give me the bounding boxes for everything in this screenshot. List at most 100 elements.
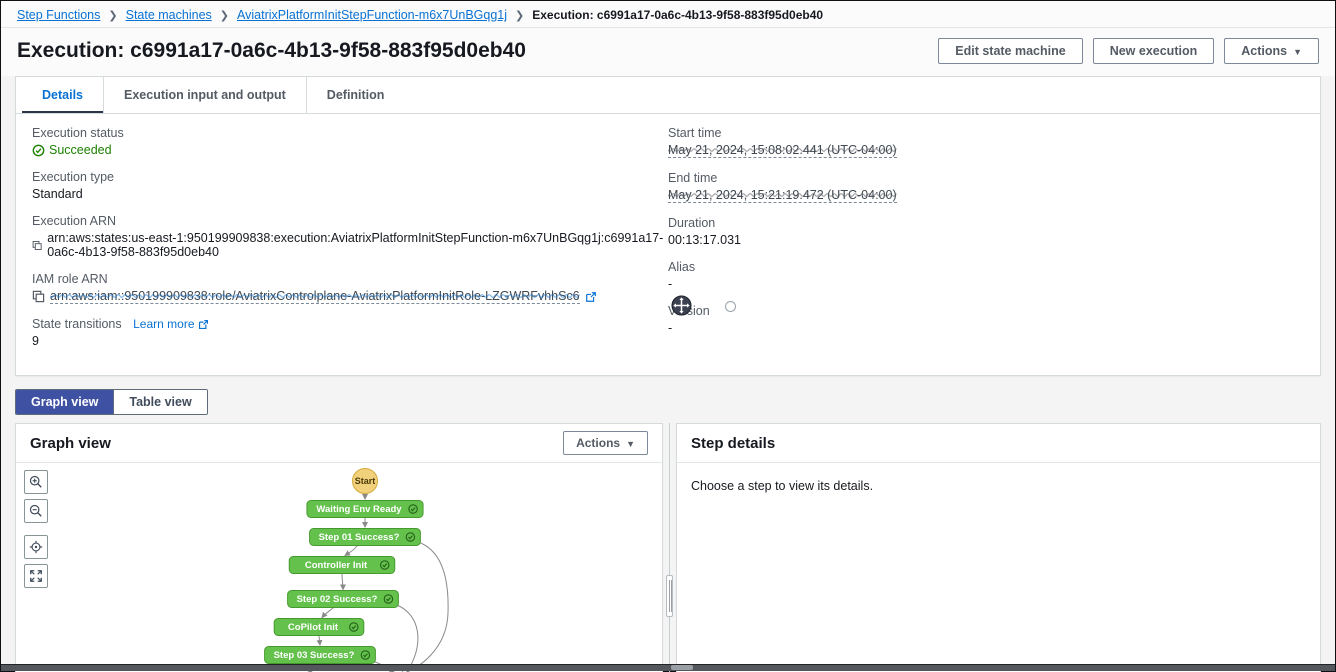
field-iam-role-arn: IAM role ARN arn:aws:iam::950199909838:r… xyxy=(32,272,668,304)
svg-text:Waiting Env Ready: Waiting Env Ready xyxy=(316,504,402,515)
chevron-down-icon: ▼ xyxy=(1293,47,1302,57)
svg-text:Start: Start xyxy=(355,476,376,486)
actions-button[interactable]: Actions▼ xyxy=(1224,38,1319,64)
iam-role-arn-label: IAM role ARN xyxy=(32,272,668,286)
execution-arn-label: Execution ARN xyxy=(32,214,668,228)
execution-status-value: Succeeded xyxy=(32,143,668,157)
fit-to-screen-button[interactable] xyxy=(24,564,48,588)
alias-label: Alias xyxy=(668,260,1304,274)
page-header: Execution: c6991a17-0a6c-4b13-9f58-883f9… xyxy=(1,28,1335,76)
svg-text:Controller Init: Controller Init xyxy=(305,560,368,571)
end-time-value: May 21, 2024, 15:21:19.472 (UTC-04:00) xyxy=(668,188,1304,203)
breadcrumb: Step Functions ❯ State machines ❯ Aviatr… xyxy=(1,1,1335,28)
graph-canvas[interactable]: Start Waiting Env Ready Step 01 Success? Co… xyxy=(16,463,662,672)
step-details-empty-message: Choose a step to view its details. xyxy=(691,479,873,493)
iam-role-arn-link[interactable]: arn:aws:iam::950199909838:role/AviatrixC… xyxy=(50,289,580,304)
breadcrumb-state-machine-name[interactable]: AviatrixPlatformInitStepFunction-m6x7UnB… xyxy=(237,8,507,22)
alias-value: - xyxy=(668,277,1304,291)
graph-view-panel: Graph view Actions▼ xyxy=(15,423,663,672)
start-time-label: Start time xyxy=(668,126,1304,140)
state-transitions-label: State transitions Learn more xyxy=(32,317,668,331)
graph-node-step-01-success[interactable]: Step 01 Success? xyxy=(310,529,421,546)
execution-type-label: Execution type xyxy=(32,170,668,184)
svg-text:Step 01 Success?: Step 01 Success? xyxy=(319,532,400,543)
header-buttons: Edit state machine New execution Actions… xyxy=(938,38,1319,64)
step-details-header: Step details xyxy=(677,424,1320,463)
field-duration: Duration 00:13:17.031 xyxy=(668,216,1304,247)
step-details-title: Step details xyxy=(691,435,775,452)
step-details-panel: Step details Choose a step to view its d… xyxy=(676,423,1321,672)
copy-icon[interactable] xyxy=(32,290,45,303)
svg-text:Step 02 Success?: Step 02 Success? xyxy=(297,594,378,605)
field-version: Version - xyxy=(668,304,1304,335)
tab-definition[interactable]: Definition xyxy=(306,77,405,113)
state-transitions-value: 9 xyxy=(32,334,668,348)
zoom-in-button[interactable] xyxy=(24,470,48,494)
start-time-value: May 21, 2024, 15:08:02.441 (UTC-04:00) xyxy=(668,143,1304,158)
bottom-scroll-handle[interactable] xyxy=(671,665,693,670)
fit-screen-icon xyxy=(29,569,43,583)
version-label: Version xyxy=(668,304,1304,318)
center-target-icon xyxy=(29,540,43,554)
graph-edge-step-01-success-to-fail xyxy=(399,542,448,672)
panel-splitter[interactable] xyxy=(663,423,676,672)
version-value: - xyxy=(668,321,1304,335)
graph-node-controller-init[interactable]: Controller Init xyxy=(289,557,395,574)
table-view-toggle[interactable]: Table view xyxy=(113,390,206,414)
execution-graph: Start Waiting Env Ready Step 01 Success? Co… xyxy=(16,463,662,672)
graph-edge-copilot-init-to-step-03-success xyxy=(319,636,320,645)
duration-label: Duration xyxy=(668,216,1304,230)
field-execution-type: Execution type Standard xyxy=(32,170,668,201)
edit-state-machine-button[interactable]: Edit state machine xyxy=(938,38,1082,64)
field-state-transitions: State transitions Learn more 9 xyxy=(32,317,668,348)
new-execution-button[interactable]: New execution xyxy=(1093,38,1215,64)
cursor-dot-icon xyxy=(725,301,736,312)
graph-actions-button[interactable]: Actions▼ xyxy=(563,431,648,455)
svg-text:CoPilot Init: CoPilot Init xyxy=(288,622,339,633)
field-execution-status: Execution status Succeeded xyxy=(32,126,668,157)
external-link-icon xyxy=(585,291,597,303)
move-cursor-icon xyxy=(671,295,692,316)
graph-node-waiting-env-ready[interactable]: Waiting Env Ready xyxy=(307,501,423,518)
details-left-column: Execution status Succeeded Execution typ… xyxy=(32,126,668,361)
graph-zoom-controls xyxy=(24,470,48,593)
graph-view-toggle[interactable]: Graph view xyxy=(16,390,113,414)
graph-node-start[interactable]: Start xyxy=(353,469,378,494)
splitter-grip[interactable] xyxy=(666,575,673,617)
graph-node-copilot-init[interactable]: CoPilot Init xyxy=(274,619,364,636)
svg-text:Step 03 Success?: Step 03 Success? xyxy=(274,650,355,661)
details-right-column: Start time May 21, 2024, 15:08:02.441 (U… xyxy=(668,126,1304,361)
step-details-body: Choose a step to view its details. xyxy=(677,463,1320,672)
graph-node-step-03-success[interactable]: Step 03 Success? xyxy=(265,647,376,664)
breadcrumb-state-machines[interactable]: State machines xyxy=(126,8,212,22)
field-end-time: End time May 21, 2024, 15:21:19.472 (UTC… xyxy=(668,171,1304,203)
panels-row: Graph view Actions▼ xyxy=(15,423,1321,672)
execution-arn-value: arn:aws:states:us-east-1:950199909838:ex… xyxy=(32,231,668,259)
execution-type-value: Standard xyxy=(32,187,668,201)
breadcrumb-step-functions[interactable]: Step Functions xyxy=(17,8,100,22)
copy-icon[interactable] xyxy=(32,239,42,252)
execution-details-card: Details Execution input and output Defin… xyxy=(15,76,1321,376)
zoom-out-button[interactable] xyxy=(24,499,48,523)
magnifier-plus-icon xyxy=(29,475,43,489)
magnifier-minus-icon xyxy=(29,504,43,518)
graph-node-step-02-success[interactable]: Step 02 Success? xyxy=(288,591,399,608)
field-execution-arn: Execution ARN arn:aws:states:us-east-1:9… xyxy=(32,214,668,259)
tab-details[interactable]: Details xyxy=(22,77,103,113)
page-title: Execution: c6991a17-0a6c-4b13-9f58-883f9… xyxy=(17,39,526,63)
center-graph-button[interactable] xyxy=(24,535,48,559)
field-start-time: Start time May 21, 2024, 15:08:02.441 (U… xyxy=(668,126,1304,158)
graph-edge-controller-init-to-step-02-success xyxy=(342,574,343,590)
graph-edge-step-01-success-to-controller-init xyxy=(345,546,357,556)
tab-execution-input-output[interactable]: Execution input and output xyxy=(103,77,306,113)
graph-edge-step-02-success-to-fail xyxy=(397,605,418,672)
iam-role-arn-value: arn:aws:iam::950199909838:role/AviatrixC… xyxy=(32,289,668,304)
learn-more-link[interactable]: Learn more xyxy=(133,317,208,331)
external-link-icon xyxy=(198,319,209,330)
window-bottom-edge xyxy=(1,664,1335,671)
graph-edge-step-02-success-to-copilot-init xyxy=(322,608,333,618)
breadcrumb-separator: ❯ xyxy=(220,9,229,22)
field-alias: Alias - xyxy=(668,260,1304,291)
details-body: Execution status Succeeded Execution typ… xyxy=(16,114,1320,375)
chevron-down-icon: ▼ xyxy=(626,439,635,449)
